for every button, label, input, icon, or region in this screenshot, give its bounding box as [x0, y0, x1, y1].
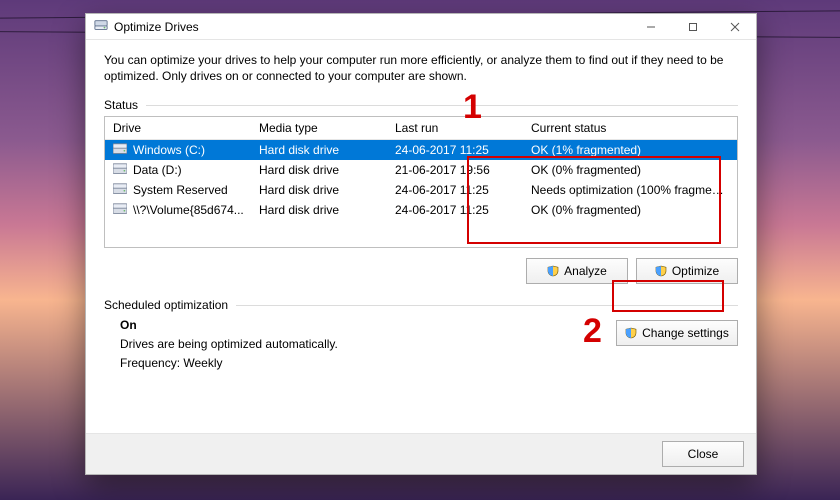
- drive-media: Hard disk drive: [251, 203, 387, 217]
- analyze-label: Analyze: [564, 264, 607, 278]
- drive-lastrun: 21-06-2017 19:56: [387, 163, 523, 177]
- scheduled-group-label: Scheduled optimization: [104, 298, 228, 312]
- close-label: Close: [688, 447, 719, 461]
- drive-icon: [113, 203, 127, 218]
- drive-status: OK (1% fragmented): [523, 143, 737, 157]
- change-settings-button[interactable]: Change settings: [616, 320, 738, 346]
- shield-icon: [625, 327, 637, 339]
- app-icon: [94, 18, 108, 35]
- change-settings-label: Change settings: [642, 326, 729, 340]
- dialog-bottom-bar: Close: [86, 433, 756, 474]
- drive-media: Hard disk drive: [251, 163, 387, 177]
- intro-text: You can optimize your drives to help you…: [104, 52, 738, 84]
- table-row[interactable]: System Reserved Hard disk drive24-06-2017…: [105, 180, 737, 200]
- shield-icon: [547, 265, 559, 277]
- drive-media: Hard disk drive: [251, 143, 387, 157]
- schedule-freq: Frequency: Weekly: [120, 354, 616, 373]
- listview-header[interactable]: Drive Media type Last run Current status: [105, 117, 737, 140]
- col-drive[interactable]: Drive: [105, 121, 251, 135]
- drive-icon: [113, 143, 127, 158]
- table-row[interactable]: Data (D:) Hard disk drive21-06-2017 19:56…: [105, 160, 737, 180]
- col-lastrun[interactable]: Last run: [387, 121, 523, 135]
- table-row[interactable]: Windows (C:) Hard disk drive24-06-2017 11…: [105, 140, 737, 160]
- close-button[interactable]: [714, 14, 756, 39]
- drive-name: Data (D:): [133, 163, 182, 177]
- maximize-button[interactable]: [672, 14, 714, 39]
- drive-name: System Reserved: [133, 183, 228, 197]
- drive-status: OK (0% fragmented): [523, 163, 737, 177]
- schedule-msg: Drives are being optimized automatically…: [120, 335, 616, 354]
- minimize-button[interactable]: [630, 14, 672, 39]
- drive-name: Windows (C:): [133, 143, 205, 157]
- drive-icon: [113, 183, 127, 198]
- drive-status: OK (0% fragmented): [523, 203, 737, 217]
- drive-lastrun: 24-06-2017 11:25: [387, 143, 523, 157]
- drive-lastrun: 24-06-2017 11:25: [387, 203, 523, 217]
- close-dialog-button[interactable]: Close: [662, 441, 744, 467]
- titlebar[interactable]: Optimize Drives: [86, 14, 756, 40]
- analyze-button[interactable]: Analyze: [526, 258, 628, 284]
- status-group-label: Status: [104, 98, 138, 112]
- schedule-state: On: [120, 316, 616, 335]
- optimize-label: Optimize: [672, 264, 719, 278]
- optimize-button[interactable]: Optimize: [636, 258, 738, 284]
- drive-media: Hard disk drive: [251, 183, 387, 197]
- optimize-drives-window: Optimize Drives You can optimize your dr…: [85, 13, 757, 475]
- shield-icon: [655, 265, 667, 277]
- drive-icon: [113, 163, 127, 178]
- drive-lastrun: 24-06-2017 11:25: [387, 183, 523, 197]
- drives-listview[interactable]: Drive Media type Last run Current status…: [104, 116, 738, 248]
- col-media[interactable]: Media type: [251, 121, 387, 135]
- window-title: Optimize Drives: [114, 20, 199, 34]
- table-row[interactable]: \\?\Volume{85d674... Hard disk drive24-06…: [105, 200, 737, 220]
- drive-name: \\?\Volume{85d674...: [133, 203, 244, 217]
- drive-status: Needs optimization (100% fragmented): [523, 183, 737, 197]
- col-status[interactable]: Current status: [523, 121, 737, 135]
